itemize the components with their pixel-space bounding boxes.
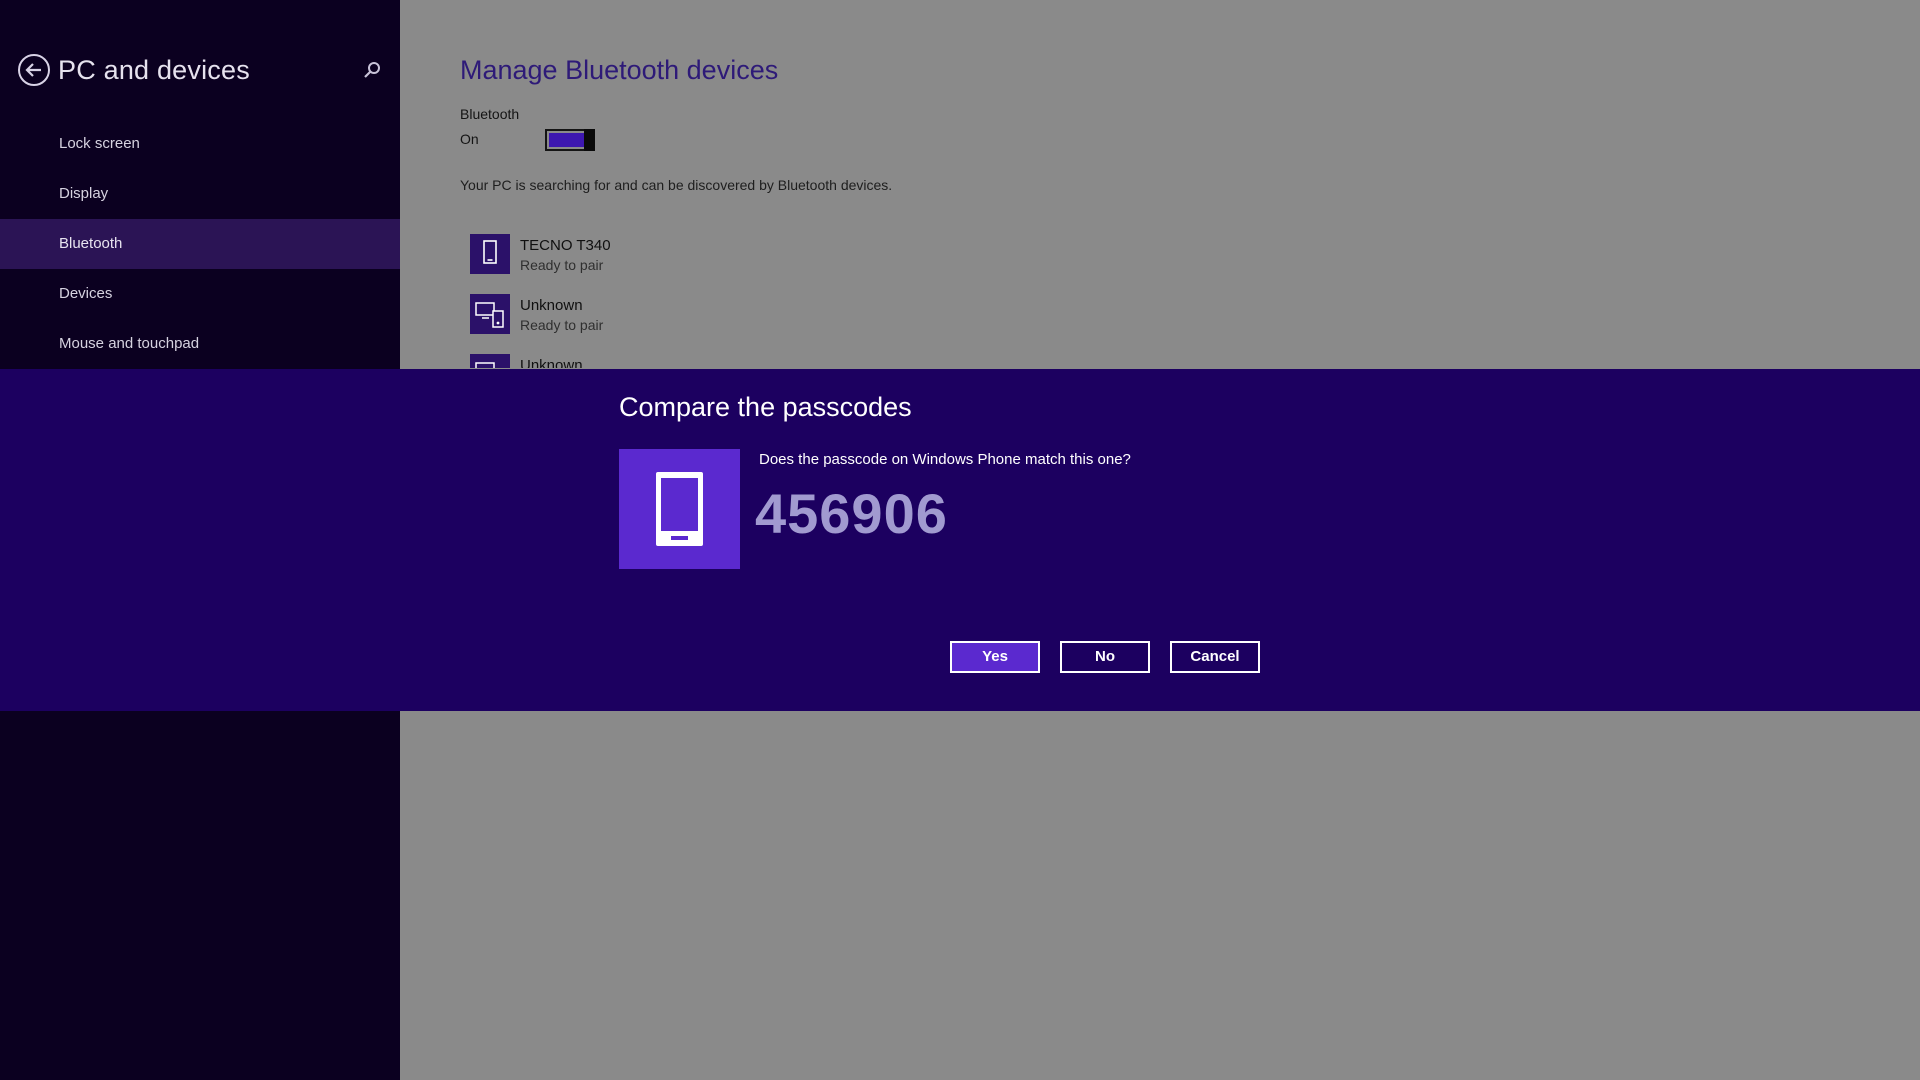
device-item[interactable]: TECNO T340 Ready to pair: [470, 234, 970, 294]
devices-icon: [475, 302, 504, 328]
device-item[interactable]: Unknown Ready to pair: [470, 294, 970, 354]
dialog-title: Compare the passcodes: [619, 392, 912, 422]
device-status: Ready to pair: [520, 257, 604, 273]
compare-passcodes-dialog: Compare the passcodes Does the passcode …: [0, 369, 1920, 711]
sidebar-item-bluetooth[interactable]: Bluetooth: [0, 219, 400, 269]
device-tile: [470, 354, 510, 368]
dialog-question: Does the passcode on Windows Phone match…: [759, 451, 1131, 468]
device-list: TECNO T340 Ready to pair Unknown Ready t…: [470, 234, 970, 368]
device-tile: [470, 294, 510, 334]
sidebar-nav: Lock screen Display Bluetooth Devices Mo…: [0, 119, 400, 369]
sidebar-item-display[interactable]: Display: [0, 169, 400, 219]
no-button[interactable]: No: [1060, 641, 1150, 673]
bluetooth-state: On: [460, 131, 479, 147]
passcode: 456906: [755, 482, 948, 545]
back-arrow-icon: [25, 63, 41, 77]
page-title: Manage Bluetooth devices: [460, 55, 779, 85]
sidebar-item-lock-screen[interactable]: Lock screen: [0, 119, 400, 169]
sidebar-title: PC and devices: [58, 55, 250, 85]
back-button[interactable]: [18, 54, 50, 86]
dialog-device-tile: [619, 449, 740, 569]
sidebar-item-mouse-and-touchpad[interactable]: Mouse and touchpad: [0, 319, 400, 369]
bluetooth-toggle[interactable]: [545, 129, 595, 151]
device-name: TECNO T340: [520, 237, 611, 254]
device-name: Unknown: [520, 297, 583, 314]
toggle-thumb[interactable]: [584, 129, 595, 151]
search-button[interactable]: [362, 60, 382, 80]
sidebar-header: PC and devices: [18, 52, 384, 88]
phone-icon: [656, 472, 703, 546]
toggle-fill: [549, 133, 585, 147]
search-icon: [364, 62, 380, 78]
yes-button[interactable]: Yes: [950, 641, 1040, 673]
device-name: Unknown: [520, 357, 583, 368]
device-item[interactable]: Unknown: [470, 354, 970, 368]
bluetooth-description: Your PC is searching for and can be disc…: [460, 177, 893, 193]
bluetooth-label: Bluetooth: [460, 106, 520, 122]
device-status: Ready to pair: [520, 317, 604, 333]
devices-icon: [475, 362, 495, 368]
sidebar-item-devices[interactable]: Devices: [0, 269, 400, 319]
device-tile: [470, 234, 510, 274]
phone-icon: [483, 240, 497, 264]
cancel-button[interactable]: Cancel: [1170, 641, 1260, 673]
